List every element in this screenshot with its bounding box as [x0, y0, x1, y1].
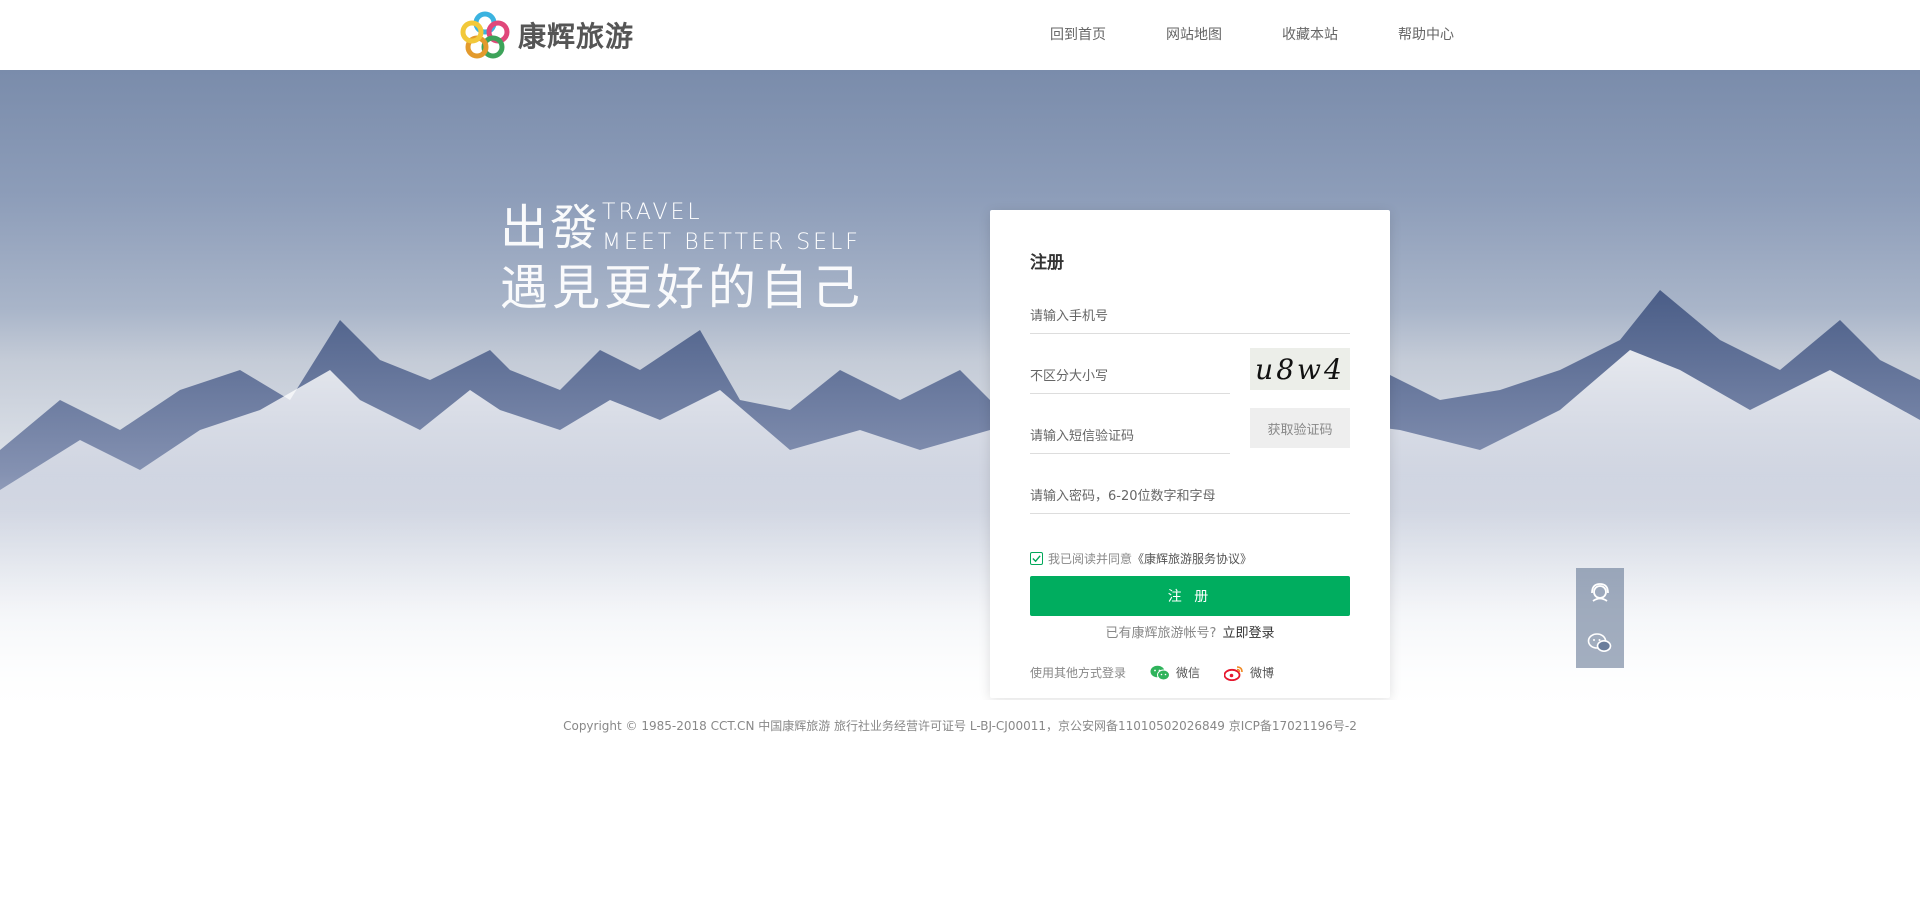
customer-service-icon [1591, 583, 1609, 602]
nav-home-link[interactable]: 回到首页 [1020, 24, 1136, 44]
brand-name: 康辉旅游 [518, 20, 635, 53]
has-account-text: 已有康辉旅游帐号? [1105, 626, 1217, 641]
register-title: 注册 [1030, 253, 1064, 273]
floating-side-panel [1576, 568, 1624, 668]
wechat-label: 微信 [1176, 666, 1201, 680]
phone-input[interactable] [1030, 300, 1350, 332]
wechat-chat-icon [1587, 633, 1612, 652]
weibo-icon [1224, 665, 1243, 681]
site-footer: Copyright © 1985-2018 CCT.CN 中国康辉旅游 旅行社业… [0, 700, 1920, 750]
slogan-chinese-line2: 遇見更好的自己 [500, 260, 865, 316]
phone-field [1030, 300, 1350, 334]
weibo-login[interactable]: 微博 [1224, 664, 1274, 681]
password-field [1030, 480, 1350, 514]
other-login-label: 使用其他方式登录 [1030, 666, 1127, 680]
password-input[interactable] [1030, 480, 1350, 512]
site-header: 康辉旅游 回到首页 网站地图 收藏本站 帮助中心 [0, 0, 1920, 70]
wechat-chat-button[interactable] [1576, 618, 1624, 668]
site-logo[interactable]: 康辉旅游 [460, 11, 634, 59]
agreement-row: 我已阅读并同意 《康辉旅游服务协议》 [1030, 550, 1252, 567]
sms-code-input[interactable] [1030, 420, 1230, 452]
hero-banner: 出發 TRAVEL MEET BETTER SELF 遇見更好的自己 注册 u8… [0, 70, 1920, 700]
captcha-input[interactable] [1030, 360, 1230, 392]
nav-help-link[interactable]: 帮助中心 [1368, 24, 1484, 44]
get-sms-code-button[interactable]: 获取验证码 [1250, 408, 1350, 448]
slogan-english-line1: TRAVEL [602, 200, 703, 225]
mountain-background [0, 290, 1920, 700]
login-prompt: 已有康辉旅游帐号? 立即登录 [990, 622, 1390, 641]
nav-bookmark-link[interactable]: 收藏本站 [1252, 24, 1368, 44]
wechat-login[interactable]: 微信 [1150, 664, 1200, 681]
flower-logo-icon [460, 11, 510, 59]
nav-sitemap-link[interactable]: 网站地图 [1136, 24, 1252, 44]
register-card: 注册 u8w4 获取验证码 我已阅读并同意 《康辉旅游服务协议》 注 册 已有康… [990, 210, 1390, 698]
customer-service-button[interactable] [1576, 568, 1624, 618]
captcha-field [1030, 360, 1230, 394]
weibo-label: 微博 [1250, 666, 1275, 680]
agreement-checkbox[interactable] [1030, 552, 1043, 565]
other-login-row: 使用其他方式登录 微信 微博 [1030, 664, 1274, 681]
checkmark-icon [1032, 555, 1041, 563]
wechat-icon [1150, 665, 1171, 680]
top-nav: 回到首页 网站地图 收藏本站 帮助中心 [1020, 24, 1484, 44]
copyright-text: Copyright © 1985-2018 CCT.CN 中国康辉旅游 旅行社业… [563, 719, 1357, 733]
agreement-link[interactable]: 《康辉旅游服务协议》 [1132, 550, 1252, 567]
agreement-text: 我已阅读并同意 [1048, 552, 1133, 566]
register-submit-button[interactable]: 注 册 [1030, 576, 1350, 616]
captcha-image[interactable]: u8w4 [1250, 348, 1350, 390]
login-link[interactable]: 立即登录 [1222, 626, 1274, 641]
sms-field [1030, 420, 1230, 454]
